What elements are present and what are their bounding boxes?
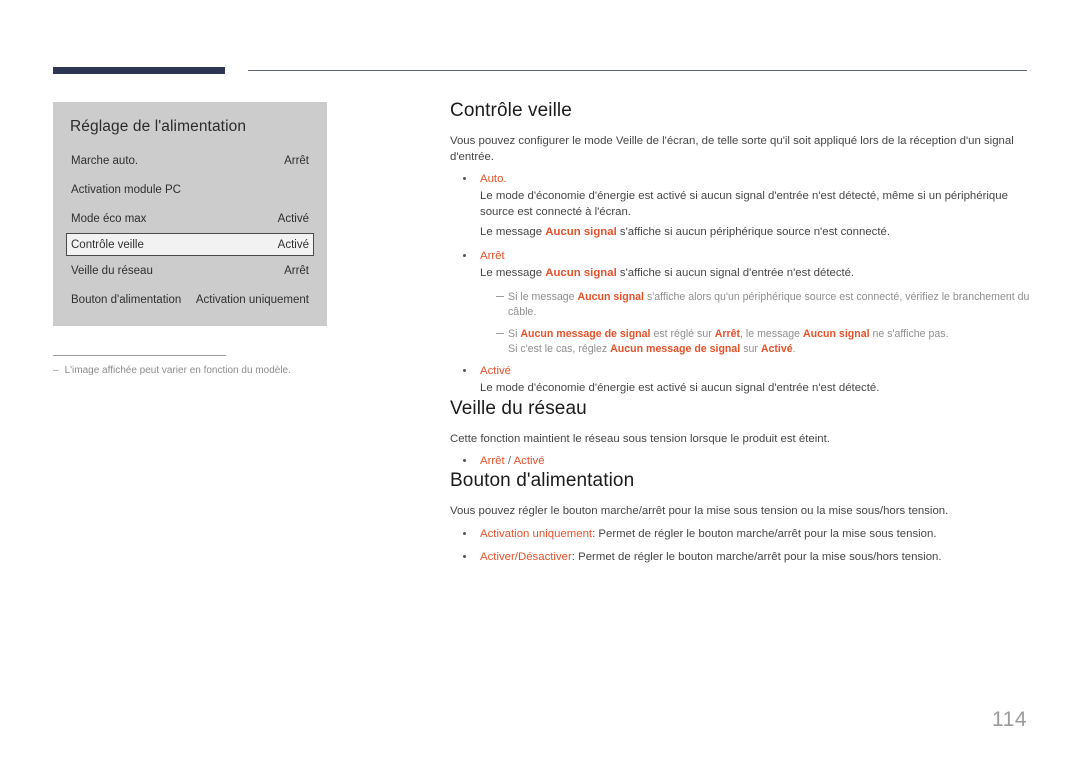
veille-reseau-option-list: Arrêt / Activé (450, 453, 1030, 469)
osd-row[interactable]: Veille du réseau Arrêt (69, 256, 311, 285)
text-fragment: Si le message (508, 291, 578, 303)
text-fragment: ne s'affiche pas. (869, 328, 949, 340)
section-heading-veille-du-reseau: Veille du réseau (450, 397, 587, 419)
option-term: Activation uniquement (480, 527, 593, 540)
option-desc-arret: Le message Aucun signal s'affiche si auc… (480, 266, 1030, 282)
list-item-arret: Arrêt Le message Aucun signal s'affiche … (450, 248, 1030, 357)
list-item-auto: Auto. Le mode d'économie d'énergie est a… (450, 171, 1030, 241)
osd-row-label: Contrôle veille (71, 238, 144, 251)
osd-row-value: Activé (277, 212, 309, 225)
figure-note-text: L'image affichée peut varier en fonction… (64, 365, 291, 376)
dash-icon: – (53, 365, 59, 376)
highlight-aucun-signal: Aucun signal (545, 266, 617, 279)
text-fragment: Si (508, 328, 521, 340)
text-fragment: Le message (480, 226, 546, 238)
text-fragment: sur (740, 342, 761, 355)
highlight-aucun-message-de-signal: Aucun message de signal (610, 342, 741, 355)
osd-row-value: Arrêt (284, 264, 309, 277)
controle-veille-intro: Vous pouvez configurer le mode Veille de… (450, 135, 1014, 163)
highlight-aucun-message-de-signal: Aucun message de signal (520, 328, 651, 340)
option-desc: : Permet de régler le bouton marche/arrê… (571, 550, 942, 563)
option-row-activer-desactiver: Activer/Désactiver: Permet de régler le … (480, 549, 1030, 565)
text-fragment: . (792, 342, 796, 355)
osd-row-label: Mode éco max (71, 212, 147, 225)
subnote-1: Si le message Aucun signal s'affiche alo… (480, 290, 1030, 319)
bouton-alimentation-option-list: Activation uniquement: Permet de régler … (450, 526, 1030, 565)
osd-row-value: Activé (277, 238, 309, 251)
content-column: Contrôle veille Vous pouvez configurer l… (450, 99, 1030, 565)
highlight-aucun-signal: Aucun signal (577, 291, 644, 303)
option-desc-auto-line1: Le mode d'économie d'énergie est activé … (480, 190, 1008, 218)
highlight-arret: Arrêt (714, 328, 741, 340)
option-arret: Arrêt (480, 455, 505, 467)
section-heading-controle-veille: Contrôle veille (450, 100, 572, 121)
list-item-active: Activé Le mode d'économie d'énergie est … (450, 363, 1030, 397)
option-term-active: Activé (480, 365, 512, 377)
osd-row-label: Veille du réseau (71, 264, 153, 277)
text-fragment: Le message (480, 266, 546, 279)
osd-row-value: Arrêt (284, 154, 309, 167)
list-item-activation-uniquement: Activation uniquement: Permet de régler … (450, 526, 1030, 542)
controle-veille-option-list: Auto. Le mode d'économie d'énergie est a… (450, 171, 1030, 397)
option-desc-active: Le mode d'économie d'énergie est activé … (480, 382, 880, 394)
subnote-list: Si le message Aucun signal s'affiche alo… (480, 290, 1030, 356)
osd-row-label: Activation module PC (71, 183, 181, 196)
bouton-alimentation-intro: Vous pouvez régler le bouton marche/arrê… (450, 505, 949, 517)
option-term-auto: Auto. (480, 173, 507, 185)
highlight-aucun-signal: Aucun signal (545, 226, 617, 238)
option-row-activation-uniquement: Activation uniquement: Permet de régler … (480, 526, 1030, 542)
text-fragment: est réglé sur (650, 328, 715, 340)
osd-row[interactable]: Marche auto. Arrêt (69, 146, 311, 175)
osd-row[interactable]: Activation module PC (69, 175, 311, 204)
osd-row[interactable]: Mode éco max Activé (69, 204, 311, 233)
osd-row[interactable]: Bouton d'alimentation Activation uniquem… (69, 285, 311, 314)
option-active: Activé (513, 455, 545, 467)
list-item-activer-desactiver: Activer/Désactiver: Permet de régler le … (450, 549, 1030, 565)
header-rule-line (248, 70, 1027, 71)
figure-note-divider (53, 355, 226, 356)
option-term-arret: Arrêt (480, 249, 505, 262)
text-fragment: , le message (740, 328, 804, 340)
veille-reseau-intro: Cette fonction maintient le réseau sous … (450, 432, 830, 445)
osd-panel-title: Réglage de l'alimentation (70, 118, 247, 135)
highlight-active: Activé (760, 342, 793, 355)
osd-row-selected[interactable]: Contrôle veille Activé (66, 233, 314, 256)
osd-row-list: Marche auto. Arrêt Activation module PC … (53, 146, 327, 314)
osd-row-label: Marche auto. (71, 154, 139, 167)
text-fragment: s'affiche si aucun périphérique source n… (616, 226, 890, 238)
text-fragment: s'affiche si aucun signal d'entrée n'est… (616, 266, 855, 279)
option-desc-auto-line2: Le message Aucun signal s'affiche si auc… (480, 225, 1030, 241)
section-heading-bouton-alimentation: Bouton d'alimentation (450, 470, 635, 491)
option-term: Activer/Désactiver (480, 550, 572, 563)
text-fragment: Si c'est le cas, réglez (508, 342, 611, 355)
highlight-aucun-signal: Aucun signal (803, 328, 870, 340)
page-number: 114 (992, 708, 1027, 731)
list-item-veille-options: Arrêt / Activé (450, 453, 1030, 469)
option-separator: / (504, 455, 514, 467)
option-terms-veille: Arrêt / Activé (480, 453, 1030, 469)
figure-note: – L'image affichée peut varier en foncti… (53, 364, 353, 378)
osd-panel: Réglage de l'alimentation Marche auto. A… (53, 102, 327, 326)
osd-row-value: Activation uniquement (195, 293, 309, 306)
subnote-2: Si Aucun message de signal est réglé sur… (480, 327, 1030, 356)
osd-row-label: Bouton d'alimentation (71, 293, 182, 306)
option-desc: : Permet de régler le bouton marche/arrê… (592, 527, 937, 540)
header-accent-bar (53, 67, 225, 74)
